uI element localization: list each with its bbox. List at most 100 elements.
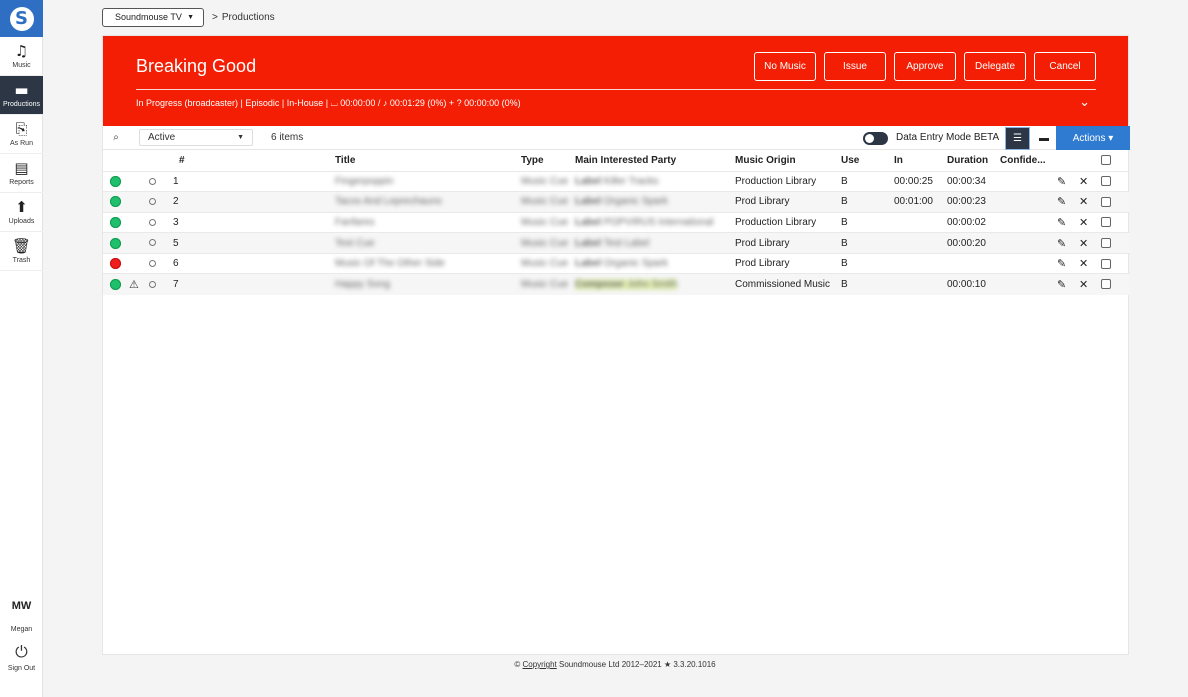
cell-confidential	[1000, 273, 1057, 295]
user-block[interactable]: MW Megan	[0, 592, 43, 633]
music-note-icon: ♫	[14, 41, 29, 60]
list-view-icon[interactable]: ☰	[1005, 127, 1030, 150]
column-header-in[interactable]: In	[894, 150, 947, 171]
sidebar-item-productions[interactable]: ▬ Productions	[0, 76, 43, 115]
select-all-checkbox[interactable]	[1101, 155, 1111, 166]
cell-type: Music Cue	[521, 211, 575, 233]
sidebar-item-label: Productions	[3, 100, 40, 108]
cell-duration: 00:00:34	[947, 170, 1000, 192]
actions-button[interactable]: Actions ▾	[1056, 126, 1130, 150]
cell-party-name: Test Label	[603, 237, 650, 249]
no-music-button[interactable]: No Music	[754, 52, 816, 81]
row-radio[interactable]	[149, 218, 156, 226]
account-select[interactable]: Soundmouse TV ▼	[102, 7, 204, 27]
row-radio[interactable]	[149, 177, 156, 185]
table-row[interactable]: 3 Fanfares Music Cue Label POPVIRUS Interna…	[103, 211, 1130, 233]
cell-main-interested-party: Label Organic Spark	[575, 191, 735, 213]
sidebar-item-trash[interactable]: 🗑 Trash	[0, 232, 43, 271]
sidebar-item-uploads[interactable]: ⬆ Uploads	[0, 193, 43, 232]
edit-icon[interactable]: ✎	[1057, 216, 1066, 229]
sidebar-item-music[interactable]: ♫ Music	[0, 37, 43, 76]
cell-use: B	[841, 191, 894, 213]
cell-party-text: Label POPVIRUS International	[575, 217, 713, 228]
table-row[interactable]: 6 Music Of The Other Side Music Cue Label O…	[103, 252, 1130, 274]
cell-title-text: Happy Song	[335, 279, 391, 291]
issue-button[interactable]: Issue	[824, 52, 886, 81]
approve-button[interactable]: Approve	[894, 52, 956, 81]
sidebar-item-as-run[interactable]: ⎘ As Run	[0, 115, 43, 154]
cell-number: 1	[171, 170, 335, 192]
data-entry-mode-toggle[interactable]	[863, 132, 888, 145]
close-icon[interactable]: ✕	[1079, 237, 1088, 250]
column-header-duration[interactable]: Duration	[947, 150, 1000, 171]
cell-duration: 00:00:02	[947, 211, 1000, 233]
cell-in	[894, 273, 947, 295]
sidebar-item-reports[interactable]: ▤ Reports	[0, 154, 43, 193]
caret-down-icon: ▼	[237, 134, 244, 141]
table-row[interactable]: 2 Tacos And Leprechauns Music Cue Label Org…	[103, 191, 1130, 213]
cell-party-name: John Smith	[627, 279, 678, 291]
copyright-link[interactable]: Copyright	[523, 660, 557, 669]
row-checkbox[interactable]	[1101, 176, 1111, 187]
close-icon[interactable]: ✕	[1079, 278, 1088, 291]
close-icon[interactable]: ✕	[1079, 216, 1088, 229]
sidebar: S ♫ Music ▬ Productions ⎘ As Run ▤ Repor…	[0, 0, 43, 697]
column-header-title[interactable]: Title	[335, 150, 521, 171]
soundmouse-logo[interactable]: S	[0, 0, 43, 37]
row-checkbox[interactable]	[1101, 258, 1111, 269]
cell-type-text: Music Cue	[521, 258, 569, 270]
expand-chevron-icon[interactable]: ⌄	[1079, 95, 1090, 110]
column-header-type[interactable]: Type	[521, 150, 575, 171]
row-checkbox[interactable]	[1101, 217, 1111, 228]
cell-use: B	[841, 273, 894, 295]
cell-party-role: Label	[575, 258, 602, 270]
close-icon[interactable]: ✕	[1079, 257, 1088, 270]
column-header-main-interested-party[interactable]: Main Interested Party	[575, 150, 735, 171]
cell-use: B	[841, 232, 894, 254]
cell-in: 00:01:00	[894, 191, 947, 213]
sidebar-item-label: Music	[12, 61, 31, 69]
column-header-number[interactable]: #	[171, 150, 335, 171]
table-row[interactable]: 5 Test Cue Music Cue Label Test Label Prod L…	[103, 232, 1130, 254]
close-icon[interactable]: ✕	[1079, 195, 1088, 208]
column-header-music-origin[interactable]: Music Origin	[735, 150, 841, 171]
cell-use: B	[841, 252, 894, 274]
cell-type: Music Cue	[521, 191, 575, 213]
status-red-icon	[110, 258, 121, 270]
row-radio[interactable]	[149, 239, 156, 247]
row-checkbox[interactable]	[1101, 196, 1111, 207]
cell-music-origin: Prod Library	[735, 252, 841, 274]
delegate-button[interactable]: Delegate	[964, 52, 1026, 81]
row-checkbox[interactable]	[1101, 279, 1111, 290]
cell-in: 00:00:25	[894, 170, 947, 192]
breadcrumb-separator: >	[212, 11, 218, 23]
edit-icon[interactable]: ✎	[1057, 257, 1066, 270]
edit-icon[interactable]: ✎	[1057, 278, 1066, 291]
avatar[interactable]: MW	[7, 592, 36, 620]
cell-duration: 00:00:23	[947, 191, 1000, 213]
cell-title: Fingerpoppin	[335, 170, 521, 192]
edit-icon[interactable]: ✎	[1057, 195, 1066, 208]
status-filter-select[interactable]: Active ▼	[139, 129, 253, 146]
table-row[interactable]: 1 Fingerpoppin Music Cue Label Killer Track…	[103, 170, 1130, 192]
data-entry-mode-label: Data Entry Mode BETA	[896, 132, 1000, 143]
production-status-line: In Progress (broadcaster) | Episodic | I…	[136, 98, 521, 108]
compact-view-icon[interactable]: ▬	[1033, 127, 1055, 150]
cell-type: Music Cue	[521, 170, 575, 192]
cancel-button[interactable]: Cancel	[1034, 52, 1096, 81]
column-header-use[interactable]: Use	[841, 150, 894, 171]
status-green-icon	[110, 216, 121, 228]
edit-icon[interactable]: ✎	[1057, 237, 1066, 250]
production-title: Breaking Good	[136, 56, 257, 76]
row-radio[interactable]	[149, 198, 156, 206]
row-checkbox[interactable]	[1101, 237, 1111, 248]
column-header-confidential[interactable]: Confide...	[1000, 150, 1057, 171]
edit-icon[interactable]: ✎	[1057, 175, 1066, 188]
table-header-row: # Title Type Main Interested Party Music…	[103, 150, 1130, 171]
table-row[interactable]: ⚠ 7 Happy Song Music Cue Composer John Smith…	[103, 273, 1130, 295]
close-icon[interactable]: ✕	[1079, 175, 1088, 188]
sidebar-item-label: As Run	[10, 139, 33, 147]
search-icon[interactable]: ⌕	[103, 132, 129, 143]
row-radio[interactable]	[149, 280, 156, 288]
row-radio[interactable]	[149, 260, 156, 268]
